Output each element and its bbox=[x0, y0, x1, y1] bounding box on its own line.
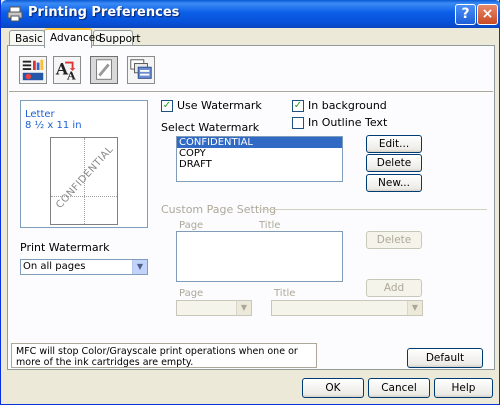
custom-page-title-column: Title bbox=[259, 220, 281, 231]
title-select[interactable]: ▼ bbox=[271, 300, 423, 316]
edit-button[interactable]: Edit... bbox=[366, 135, 422, 153]
use-watermark-checkbox[interactable]: ✓ Use Watermark bbox=[161, 99, 262, 112]
tab-advanced[interactable]: Advanced bbox=[44, 28, 102, 48]
color-quality-button[interactable] bbox=[19, 56, 47, 84]
in-outline-text-label: In Outline Text bbox=[308, 116, 388, 129]
custom-page-page-column: Page bbox=[179, 220, 204, 231]
in-background-checkbox[interactable]: ✓ In background bbox=[292, 99, 387, 112]
chevron-down-icon[interactable]: ▼ bbox=[407, 301, 422, 315]
cancel-button[interactable]: Cancel bbox=[368, 378, 430, 398]
ok-button[interactable]: OK bbox=[302, 378, 364, 398]
page-select[interactable]: ▼ bbox=[176, 300, 252, 316]
custom-delete-button[interactable]: Delete bbox=[366, 231, 422, 249]
chevron-down-icon[interactable]: ▼ bbox=[236, 301, 251, 315]
add-button[interactable]: Add bbox=[366, 279, 422, 297]
default-button[interactable]: Default bbox=[407, 348, 483, 368]
list-item[interactable]: DRAFT bbox=[177, 159, 342, 170]
in-outline-text-check-icon[interactable] bbox=[292, 116, 304, 129]
list-item[interactable]: COPY bbox=[177, 148, 342, 159]
print-watermark-select[interactable]: On all pages ▼ bbox=[20, 259, 148, 275]
help-button[interactable]: Help bbox=[434, 378, 493, 398]
device-options-icon bbox=[130, 59, 152, 79]
in-outline-text-checkbox[interactable]: In Outline Text bbox=[292, 116, 387, 129]
chevron-down-icon[interactable]: ▼ bbox=[132, 260, 147, 274]
in-background-check-icon[interactable]: ✓ bbox=[292, 99, 304, 112]
color-quality-icon bbox=[22, 59, 44, 81]
title-field-label: Title bbox=[274, 288, 296, 299]
new-button[interactable]: New... bbox=[366, 174, 422, 192]
ink-notice: MFC will stop Color/Grayscale print oper… bbox=[11, 343, 317, 368]
use-watermark-check-icon[interactable]: ✓ bbox=[161, 99, 173, 112]
font-scaling-button[interactable]: A A bbox=[53, 56, 81, 84]
in-background-label: In background bbox=[308, 99, 387, 112]
print-watermark-value: On all pages bbox=[23, 261, 86, 272]
paper-size: 8 ½ x 11 in bbox=[25, 120, 82, 131]
watermark-preview: Letter 8 ½ x 11 in CONFIDENTIAL bbox=[20, 100, 148, 228]
watermark-list[interactable]: CONFIDENTIAL COPY DRAFT bbox=[176, 136, 343, 182]
title-bar[interactable]: Printing Preferences ? × bbox=[1, 0, 500, 28]
list-item[interactable]: CONFIDENTIAL bbox=[177, 137, 342, 148]
preview-page: CONFIDENTIAL bbox=[50, 137, 118, 225]
printing-preferences-window: Printing Preferences ? × Basic Advanced … bbox=[0, 0, 500, 405]
watermark-icon bbox=[96, 59, 112, 80]
toolbar-divider bbox=[9, 91, 493, 93]
watermark-button[interactable] bbox=[90, 56, 118, 84]
window-title: Printing Preferences bbox=[28, 5, 180, 20]
close-button[interactable]: × bbox=[477, 4, 498, 25]
svg-text:A: A bbox=[66, 69, 76, 82]
printer-icon bbox=[7, 6, 23, 22]
custom-page-list[interactable] bbox=[176, 231, 343, 282]
use-watermark-label: Use Watermark bbox=[177, 99, 262, 112]
select-watermark-label: Select Watermark bbox=[161, 121, 260, 134]
page-field-label: Page bbox=[179, 288, 204, 299]
print-watermark-label: Print Watermark bbox=[20, 241, 110, 254]
device-options-button[interactable] bbox=[127, 56, 155, 84]
custom-page-divider bbox=[259, 209, 487, 210]
paper-name: Letter bbox=[25, 109, 55, 120]
help-title-button[interactable]: ? bbox=[455, 4, 476, 25]
delete-button[interactable]: Delete bbox=[366, 154, 422, 172]
font-scaling-icon: A A bbox=[55, 60, 76, 83]
